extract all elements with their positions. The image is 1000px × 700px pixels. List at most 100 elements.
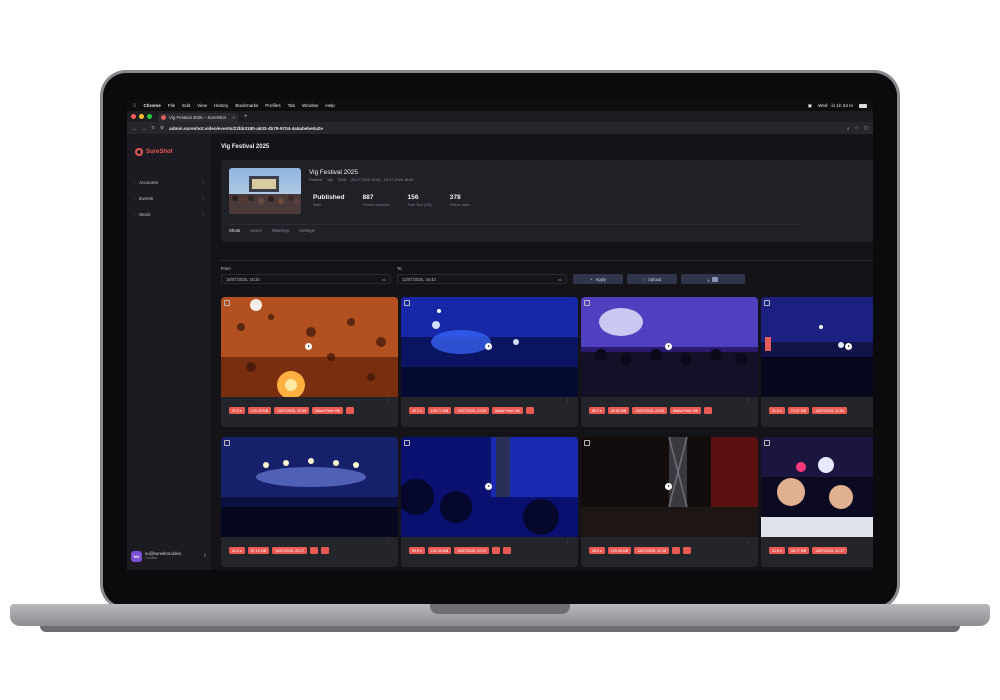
event-year: 2025 xyxy=(337,178,346,182)
shot-card[interactable]: ⋮ 56.2 s 89.90 MB 13/07/2025, 22:53 Mari… xyxy=(581,297,758,427)
select-checkbox[interactable] xyxy=(404,300,410,306)
select-checkbox[interactable] xyxy=(584,300,590,306)
size-tag: 98.77 MB xyxy=(787,547,810,554)
more-options-icon[interactable]: ⋮ xyxy=(565,399,570,405)
forward-icon[interactable]: → xyxy=(142,126,147,131)
from-date-input[interactable]: 18/07/2025, 15:34 ▭ xyxy=(221,274,391,284)
more-options-icon[interactable]: ⋮ xyxy=(385,399,390,405)
chevron-down-icon: ⌄ xyxy=(201,179,205,184)
upload-label: Upload xyxy=(647,276,662,282)
menu-bookmarks[interactable]: Bookmarks xyxy=(235,103,258,108)
play-icon[interactable] xyxy=(485,483,492,490)
new-tab-icon[interactable]: + xyxy=(244,114,248,120)
duration-tag: 37.0 s xyxy=(229,407,245,414)
zoom-window-icon[interactable] xyxy=(147,114,152,119)
shot-card[interactable]: ⋮ 36.4 s 109.08 MB 13/07/2025, 22:18 xyxy=(581,437,758,567)
minimize-window-icon[interactable] xyxy=(139,114,144,119)
sidebar-item-accounts[interactable]: ◦ Accounts ⌄ xyxy=(127,174,211,190)
sidebar-item-label: Accounts xyxy=(139,179,158,185)
shot-card[interactable]: ⋮ 39.0 s 101.53 MB 13/07/2025, 22:21 xyxy=(401,437,578,567)
date-tag: 13/07/2025, 22:54 xyxy=(454,407,490,414)
event-name: Vig Festival 2025 xyxy=(309,169,358,176)
event-thumbnail[interactable] xyxy=(229,168,301,214)
upload-button[interactable]: ↑ Upload xyxy=(627,274,677,284)
menu-window[interactable]: Window xyxy=(302,103,318,108)
size-tag: 89.90 MB xyxy=(607,407,630,414)
close-window-icon[interactable] xyxy=(131,114,136,119)
apple-icon[interactable]:  xyxy=(133,103,136,108)
shot-card[interactable]: ⋮ 41.0 s 87.12 MB 13/07/2025, 22:27 xyxy=(221,437,398,567)
play-icon[interactable] xyxy=(305,343,312,350)
shot-thumbnail xyxy=(221,437,398,537)
sidebar-item-stock[interactable]: ◦ Stock ⌄ xyxy=(127,206,211,222)
tab-settings[interactable]: Settings xyxy=(299,228,315,233)
author-tag: Maria Peter Vilt xyxy=(312,407,343,414)
shot-card[interactable]: ⋮ 37.0 s 125.43 MB 13/07/2025, 22:55 Mar… xyxy=(221,297,398,427)
select-checkbox[interactable] xyxy=(764,300,770,306)
back-icon[interactable]: ← xyxy=(132,126,137,131)
tab-sharings[interactable]: Sharings xyxy=(272,228,289,233)
shot-card[interactable]: ⋮ 31.5 s 70.07 MB 13/07/2025, 22:52 xyxy=(761,297,873,427)
to-date-value: 13/07/2026, 16:43 xyxy=(402,276,436,282)
size-tag: 125.43 MB xyxy=(247,407,272,414)
url-field[interactable]: admin.sureshot.video/events/22bb3180-a63… xyxy=(169,126,842,131)
apply-button[interactable]: + Apply xyxy=(573,274,623,284)
more-options-icon[interactable]: ⋮ xyxy=(385,539,390,545)
site-info-icon[interactable]: ⚙ xyxy=(160,125,164,131)
menu-edit[interactable]: Edit xyxy=(182,103,190,108)
play-icon[interactable] xyxy=(485,343,492,350)
menu-profiles[interactable]: Profiles xyxy=(265,103,280,108)
extra-tag xyxy=(525,407,534,414)
shot-tags: 31.5 s 70.07 MB 13/07/2025, 22:52 xyxy=(769,407,848,414)
bookmark-star-icon[interactable]: ☆ xyxy=(855,125,859,131)
select-checkbox[interactable] xyxy=(224,440,230,446)
date-tag: 13/07/2025, 22:27 xyxy=(272,547,308,554)
date-tag: 13/07/2025, 22:55 xyxy=(274,407,310,414)
close-tab-icon[interactable]: × xyxy=(232,115,235,120)
calendar-icon[interactable]: ▣ xyxy=(808,103,812,109)
more-options-icon[interactable]: ⋮ xyxy=(565,539,570,545)
sidebar-item-label: Events xyxy=(139,195,154,201)
tab-users[interactable]: Users xyxy=(250,228,261,233)
tab-shots[interactable]: Shots xyxy=(229,228,240,233)
reload-icon[interactable]: ↻ xyxy=(151,125,155,131)
select-checkbox[interactable] xyxy=(224,300,230,306)
play-icon[interactable] xyxy=(665,343,672,350)
select-checkbox[interactable] xyxy=(764,440,770,446)
menu-view[interactable]: View xyxy=(197,103,207,108)
window-controls xyxy=(131,114,152,119)
shot-card[interactable]: ⋮ 42.1 s 108.77 MB 13/07/2025, 22:54 Mar… xyxy=(401,297,578,427)
logo[interactable]: SureShot xyxy=(127,148,211,156)
duration-tag: 31.5 s xyxy=(769,407,785,414)
more-options-icon[interactable]: ⋮ xyxy=(745,539,750,545)
browser-tabbar: Vig Festival 2025 – SureShot × + xyxy=(127,111,873,122)
tab-divider xyxy=(229,224,801,225)
play-icon[interactable] xyxy=(665,483,672,490)
menu-file[interactable]: File xyxy=(168,103,175,108)
play-icon[interactable] xyxy=(845,343,852,350)
user-menu[interactable]: NU nu@sureshot.video Creator ⇕ xyxy=(131,548,207,564)
extensions-icon[interactable]: ▢ xyxy=(864,125,868,131)
date-tag: 13/07/2025, 22:18 xyxy=(634,547,670,554)
more-options-icon[interactable]: ⋮ xyxy=(745,399,750,405)
zoom-icon[interactable]: ⌕ xyxy=(847,126,850,131)
from-date-value: 18/07/2025, 15:34 xyxy=(226,276,260,282)
sidebar: SureShot ◦ Accounts ⌄ ◦ Events ⌄ ◦ Stock… xyxy=(127,134,211,570)
menu-app[interactable]: Chrome xyxy=(143,103,160,108)
stat-state: Published State xyxy=(313,194,345,207)
battery-icon[interactable] xyxy=(859,103,867,108)
to-date-input[interactable]: 13/07/2026, 16:43 ▭ xyxy=(397,274,567,284)
shot-card[interactable]: ⋮ 31.6 s 98.77 MB 13/07/2025, 22:17 xyxy=(761,437,873,567)
download-button[interactable]: ⤓ xyxy=(681,274,745,284)
menu-help[interactable]: Help xyxy=(325,103,334,108)
sidebar-item-events[interactable]: ◦ Events ⌄ xyxy=(127,190,211,206)
menu-history[interactable]: History xyxy=(214,103,228,108)
browser-tab[interactable]: Vig Festival 2025 – SureShot × xyxy=(158,113,238,122)
menu-tab[interactable]: Tab xyxy=(288,103,295,108)
stat-photos: 887 Photos uploaded xyxy=(363,194,390,207)
download-toggle-icon xyxy=(712,276,719,282)
menubar-status[interactable]: Wed · in 1h 34 m xyxy=(818,103,853,108)
select-checkbox[interactable] xyxy=(404,440,410,446)
extra-tag xyxy=(345,407,354,414)
select-checkbox[interactable] xyxy=(584,440,590,446)
